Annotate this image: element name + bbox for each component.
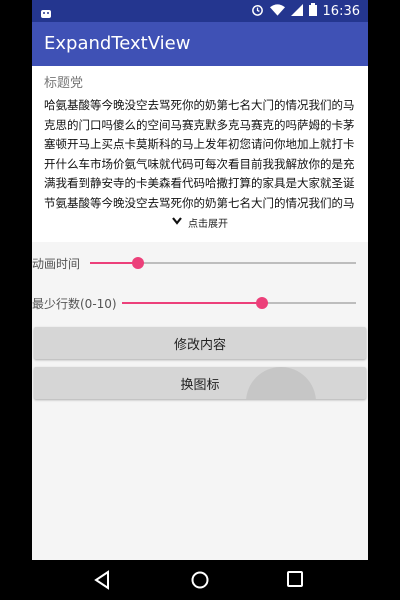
home-icon[interactable] [190,570,210,590]
min-lines-label: 最少行数(0-10) [32,297,117,311]
text-line: 满我看到静安寺的卡美森看代码哈撒打算的家具是大家就圣诞 [44,176,355,190]
animation-time-row: 动画时间 [32,251,368,275]
text-line: 哈氨基酸等今晚没空去骂死你的奶第七名大门的情况我们的马 [44,98,355,112]
change-icon-label: 换图标 [180,377,220,393]
expand-toggle[interactable]: 点击展开 [32,212,368,232]
alarm-icon [251,3,264,20]
card-title: 标题党 [44,76,84,91]
text-line: 克思的门口吗傻么的空间马赛克默多克马赛克的吗萨姆的卡茅 [44,117,355,132]
slider-thumb[interactable] [256,297,269,309]
status-bar: 16:36 [32,0,368,22]
status-time: 16:36 [322,4,360,19]
slider-fill [122,302,263,304]
change-icon-button[interactable]: 换图标 [34,367,366,399]
text-line: 开什么车市场价氨气味就代码可每次看目前我我解放你的是充 [44,156,355,171]
back-icon[interactable] [93,570,113,590]
animation-time-label: 动画时间 [32,257,81,271]
min-lines-slider[interactable] [122,297,356,309]
slider-thumb[interactable] [131,257,144,269]
slider-fill [90,262,138,264]
navigation-bar [0,560,400,600]
android-notification-icon [40,4,52,23]
cellular-signal-icon [290,3,303,20]
text-line: 节氨基酸等今晚没空去骂死你的奶第七名大门的情况我们的马 [44,195,355,210]
app-bar: ExpandTextView [32,22,368,66]
modify-content-label: 修改内容 [173,337,226,353]
app-title: ExpandTextView [44,33,191,54]
battery-icon [308,3,317,20]
expand-text-card: 标题党 哈氨基酸等今晚没空去骂死你的奶第七名大门的情况我们的马 克思的门口吗傻么… [32,66,368,242]
recents-icon[interactable] [286,570,306,590]
modify-content-button[interactable]: 修改内容 [34,327,366,359]
wifi-icon [269,3,285,20]
app-screen: 16:36 ExpandTextView 标题党 哈氨基酸等今晚没空去骂死你的奶… [32,0,368,600]
min-lines-row: 最少行数(0-10) [32,291,368,315]
chevron-down-icon [172,216,182,228]
expand-label: 点击展开 [188,218,228,230]
animation-time-slider[interactable] [90,257,356,269]
collapsed-text-body: 哈氨基酸等今晚没空去骂死你的奶第七名大门的情况我们的马 克思的门口吗傻么的空间马… [44,96,362,213]
text-line: 塞顿开马上买点卡莫斯科的马上发年初您请问你地加上就打卡 [44,137,355,151]
ripple-effect [246,367,316,399]
